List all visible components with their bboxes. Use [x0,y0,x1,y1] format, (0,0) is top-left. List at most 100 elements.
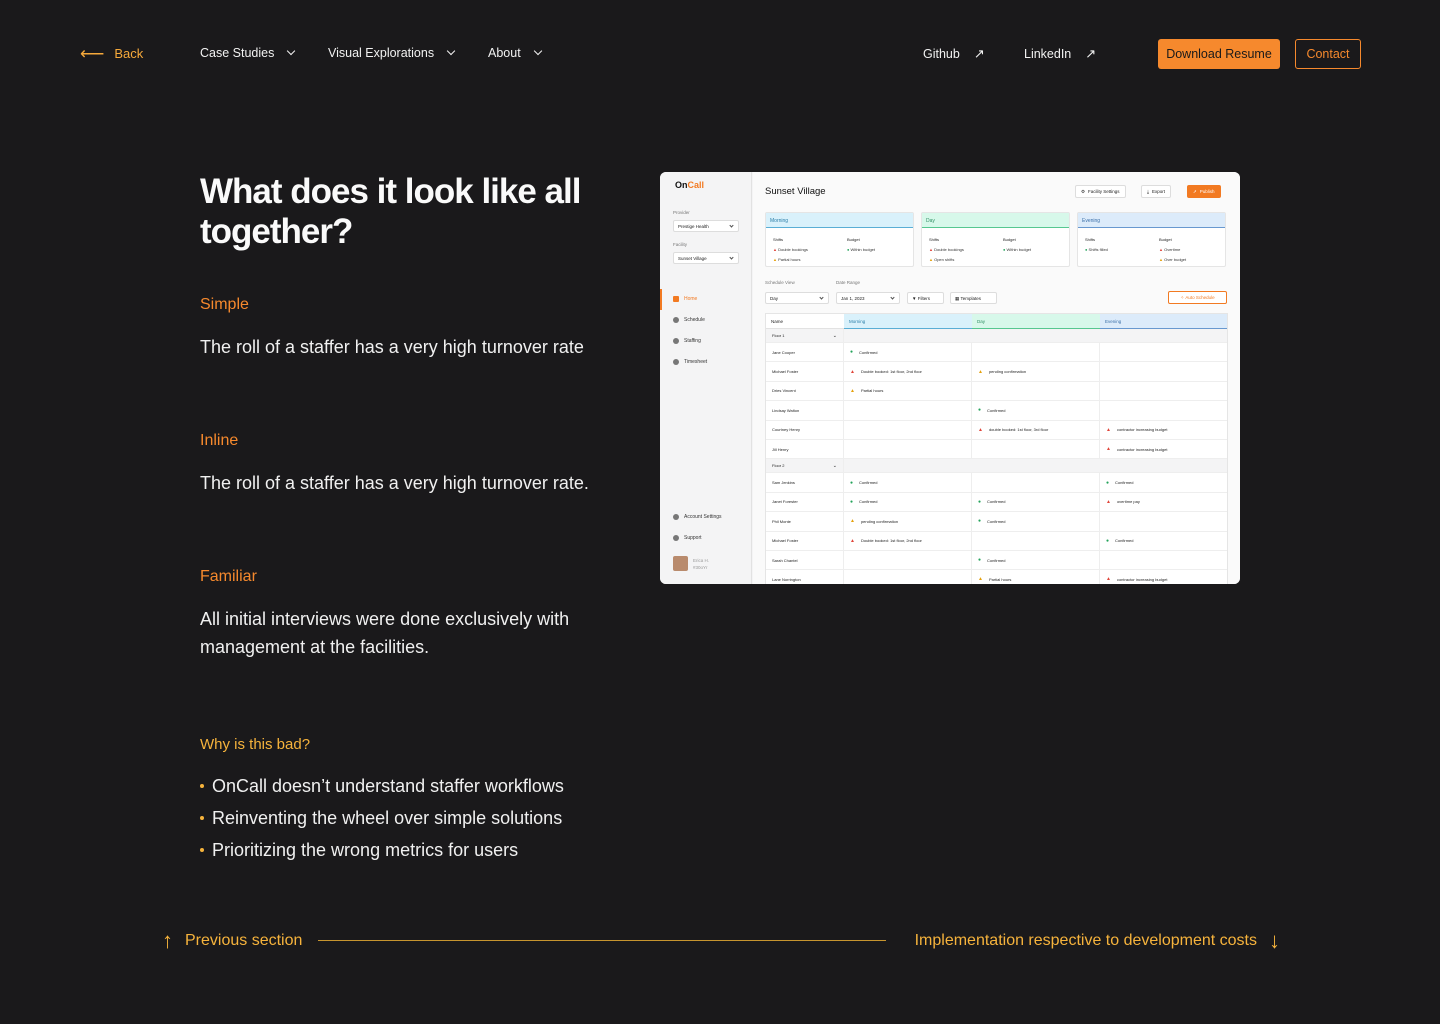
shift-cell[interactable]: ● Confirmed [1100,473,1227,491]
templates-button[interactable]: ▦ Templates [950,292,997,304]
github-link[interactable]: Github ↗ [923,46,985,62]
facility-settings-button[interactable]: ⚙ Facility Settings [1075,185,1126,198]
shift-cell[interactable]: ▲ contractor increasing budget [1100,570,1227,584]
shift-cell[interactable] [1100,401,1227,419]
shift-cell[interactable]: ▲ Double booked: 1st floor, 2nd floor [844,362,972,381]
schedule-view-select[interactable]: Day [765,292,829,304]
shift-cell[interactable] [972,439,1100,459]
group-row[interactable]: Floor 1 ⌄ [766,329,1227,343]
shift-cell[interactable]: ▲ Partial hours [972,570,1100,584]
table-row[interactable]: Jill Henry ▲ contractor increasing budget [766,439,1227,460]
shift-cell[interactable]: ▲ contractor increasing budget [1100,421,1227,439]
shift-cell[interactable] [844,439,972,459]
shift-cell[interactable]: ▲ overtime pay [1100,493,1227,511]
shift-status: contractor increasing budget [1116,576,1168,582]
user-name: Erica H. [693,557,710,563]
shift-cell[interactable]: ▲ pending confirmation [972,362,1100,381]
shift-cell[interactable]: ● Confirmed [844,473,972,492]
clock-icon [673,359,679,365]
shift-cell[interactable] [972,531,1100,550]
shift-cell[interactable]: ● Confirmed [972,550,1100,570]
sidebar-item-timesheet[interactable]: Timesheet [673,359,707,365]
group-row[interactable]: Floor 2 ⌄ [766,459,1227,474]
alert-icon: ▲ [850,537,855,544]
table-row[interactable]: Dries Vincent ▲ Partial hours [766,381,1227,402]
user-profile[interactable]: Erica H. #30oYr [673,556,709,571]
shift-cell[interactable]: ▲ contractor increasing budget [1100,440,1227,458]
table-row[interactable]: Michael Foster ▲ Double booked: 1st floor,… [766,531,1227,551]
grid-icon: ▦ [955,296,960,301]
table-row[interactable]: Janet Forester ● Confirmed ● Confirmed ▲ overt… [766,492,1227,513]
table-row[interactable]: Lane Norrington ▲ Partial hours ▲ contractor… [766,570,1227,584]
sidebar-item-support[interactable]: Support [673,535,702,541]
sidebar-item-staffing[interactable]: Staffing [673,338,701,344]
shift-cell[interactable] [1100,343,1227,361]
shift-cell[interactable]: ● Confirmed [1100,532,1227,550]
contact-button[interactable]: Contact [1295,39,1361,69]
back-link[interactable]: ⟵ Back [80,45,143,62]
shift-cell[interactable] [844,420,972,439]
shift-cell[interactable]: ● Confirmed [844,492,972,512]
shift-cell[interactable]: ▲ pending confirmation [844,512,972,531]
shift-cell[interactable] [844,550,972,570]
oncall-screenshot: OnCall Provider Prestige Health Facility… [660,172,1240,584]
nav-case-studies[interactable]: Case Studies [200,46,296,60]
facility-select[interactable]: Sunset Village [673,252,739,264]
active-indicator [660,289,662,310]
shift-cell[interactable] [972,473,1100,492]
summary-card-evening[interactable]: Evening Shifts ● Shifts filled Budget ▲ Ov… [1077,212,1226,267]
sidebar-item-schedule[interactable]: Schedule [673,317,705,323]
table-row[interactable]: Sam Jenkins ● Confirmed ● Confirmed [766,473,1227,493]
summary-card-day[interactable]: Day Shifts ▲ Double bookings ▲ Open shifts… [921,212,1070,267]
table-row[interactable]: Lindsay Walton ● Confirmed [766,401,1227,421]
table-row[interactable]: Phil Monte ▲ pending confirmation ● Confirme… [766,512,1227,532]
shift-cell[interactable]: ● Confirmed [972,401,1100,420]
table-row[interactable]: Michael Foster ▲ Double booked: 1st floor,… [766,362,1227,382]
page-title: What does it look like all together? [200,172,581,251]
nav-about[interactable]: About [488,46,542,60]
shift-cell[interactable] [1100,362,1227,380]
gear-icon: ⚙ [1081,188,1086,194]
shift-cell[interactable]: ▲ Partial hours [844,381,972,401]
previous-section-link[interactable]: ↑ Previous section [162,928,302,954]
staff-name: Michael Foster [766,531,844,550]
date-range-select[interactable]: Jan 1, 2023 [836,292,900,304]
warning-icon: ▲ [978,368,983,375]
shift-cell[interactable]: ● Confirmed [972,512,1100,531]
staff-name: Dries Vincent [766,381,844,401]
shift-cell[interactable] [1100,382,1227,400]
export-button[interactable]: ⤓ Export [1141,185,1172,198]
shift-cell[interactable] [1100,512,1227,530]
card-title: Day [922,213,1069,228]
summary-card-morning[interactable]: Morning Shifts ▲ Double bookings ▲ Partial… [765,212,914,267]
check-icon: ● [1106,537,1110,544]
shift-cell[interactable] [1100,551,1227,569]
home-icon [673,296,679,302]
shift-cell[interactable]: ▲ double booked: 1st floor, 3rd floor [972,420,1100,439]
linkedin-link[interactable]: LinkedIn ↗ [1024,46,1096,62]
shift-cell[interactable]: ● Confirmed [844,343,972,362]
shift-cell[interactable] [972,381,1100,401]
provider-select[interactable]: Prestige Health [673,220,739,232]
table-row[interactable]: Courtney Henry ▲ double booked: 1st floor,… [766,420,1227,440]
download-resume-button[interactable]: Download Resume [1158,39,1280,69]
shift-cell[interactable]: ● Confirmed [972,492,1100,512]
filters-button[interactable]: ▼ Filters [907,292,944,304]
top-nav: ⟵ Back Case Studies Visual Explorations … [80,38,1361,70]
table-row[interactable]: Jane Cooper ● Confirmed [766,343,1227,363]
sidebar-item-home[interactable]: Home [673,296,697,302]
shift-cell[interactable] [844,570,972,584]
shift-cell[interactable] [972,343,1100,362]
table-row[interactable]: Sarah Chantel ● Confirmed [766,550,1227,571]
nav-visual-explorations[interactable]: Visual Explorations [328,46,456,60]
sidebar-item-account-settings[interactable]: Account Settings [673,514,722,520]
oncall-logo: OnCall [675,180,705,190]
next-section-link[interactable]: Implementation respective to development… [915,928,1280,954]
publish-button[interactable]: ➚ Publish [1187,185,1221,198]
auto-schedule-button[interactable]: ✧ Auto Schedule [1168,291,1227,304]
shift-cell[interactable]: ▲ Double booked: 1st floor, 2nd floor [844,531,972,550]
shift-cell[interactable] [844,401,972,420]
alert-icon: ▲ [1106,426,1111,433]
nav-label: About [488,46,521,60]
staff-name: Lindsay Walton [766,401,844,420]
